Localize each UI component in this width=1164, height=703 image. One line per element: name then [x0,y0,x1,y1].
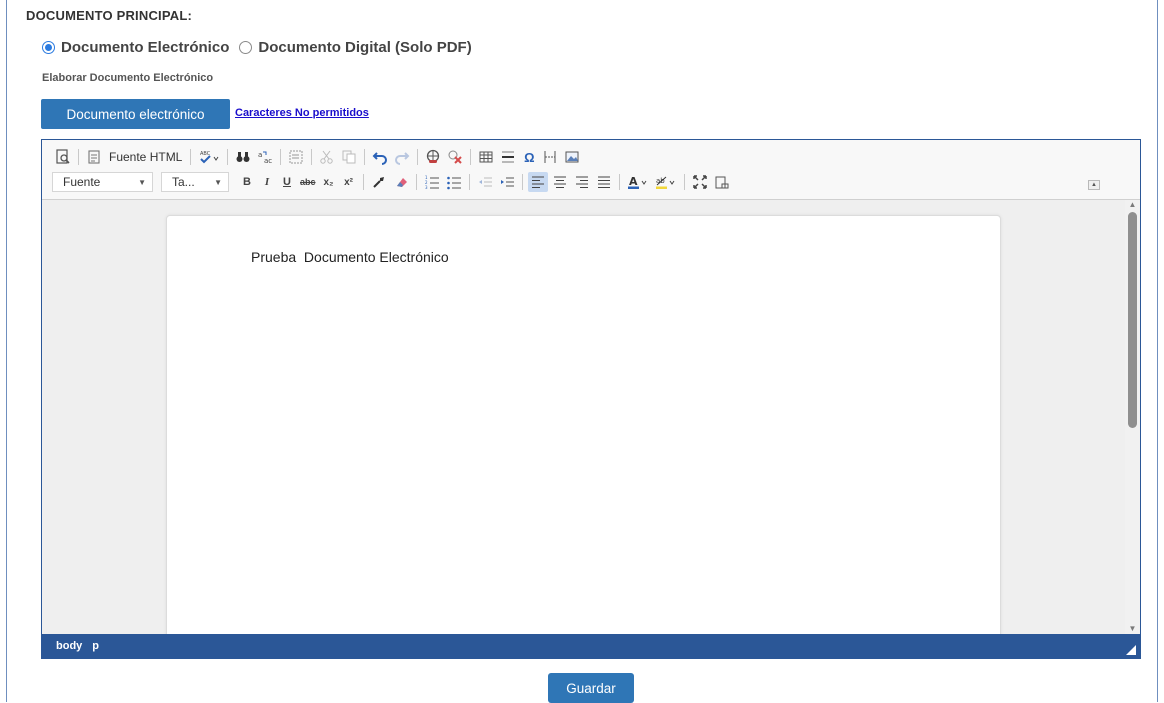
bold-button[interactable]: B [238,172,256,192]
svg-text:ab: ab [656,177,665,185]
subscript-button[interactable]: x₂ [320,172,338,192]
cut-icon[interactable] [317,147,337,167]
maximize-icon[interactable] [690,172,710,192]
source-html-button[interactable]: Fuente HTML [106,147,185,167]
chevron-down-icon: ▼ [214,177,222,187]
italic-button[interactable]: I [258,172,276,192]
resize-handle-icon[interactable] [1126,645,1136,655]
font-size-value: Ta... [172,175,195,189]
image-icon[interactable] [562,147,582,167]
unlink-icon[interactable] [445,147,465,167]
horizontal-rule-icon[interactable] [498,147,518,167]
align-left-icon[interactable] [527,172,548,192]
indent-icon[interactable] [497,172,517,192]
find-icon[interactable] [233,147,253,167]
copy-icon[interactable] [339,147,359,167]
svg-text:a: a [258,151,262,159]
toolbar-row-1: Fuente HTML ABC a ac Ω [52,146,583,168]
document-page[interactable]: Prueba Documento Electrónico [166,215,1001,634]
radio-documento-electronico[interactable] [42,41,55,54]
show-blocks-icon[interactable] [712,172,732,192]
page-break-icon[interactable] [540,147,560,167]
scroll-down-icon[interactable]: ▼ [1128,624,1137,633]
copy-format-icon[interactable] [369,172,389,192]
superscript-button[interactable]: x² [340,172,358,192]
redo-icon[interactable] [392,147,412,167]
special-char-icon[interactable]: Ω [520,147,538,167]
elaborar-label: Elaborar Documento Electrónico [42,72,214,84]
svg-text:A: A [629,175,638,188]
radio-label-digital[interactable]: Documento Digital (Solo PDF) [258,39,471,56]
rich-text-editor: Fuente HTML ABC a ac Ω Fuente ▼ Ta... ▼ … [41,139,1141,659]
numbered-list-icon[interactable]: 123 [422,172,442,192]
scroll-up-icon[interactable]: ▲ [1128,200,1137,209]
radio-documento-digital[interactable] [239,41,253,54]
section-title: DOCUMENTO PRINCIPAL: [26,8,193,23]
align-justify-icon[interactable] [594,172,614,192]
replace-icon[interactable]: a ac [255,147,275,167]
scroll-thumb[interactable] [1128,212,1137,428]
path-item-p[interactable]: p [92,640,99,652]
caracteres-no-permitidos-link[interactable]: Caracteres No permitidos [235,107,369,119]
strikethrough-button[interactable]: abc [298,172,318,192]
element-path-bar: body p [42,634,1140,658]
path-item-body[interactable]: body [56,640,82,652]
align-right-icon[interactable] [572,172,592,192]
remove-format-icon[interactable] [391,172,411,192]
bullet-list-icon[interactable] [444,172,464,192]
link-icon[interactable] [423,147,443,167]
font-size-select[interactable]: Ta... ▼ [161,172,229,192]
editor-toolbar: Fuente HTML ABC a ac Ω Fuente ▼ Ta... ▼ … [42,140,1140,200]
frame-border-right [1157,0,1158,702]
source-html-icon[interactable] [84,147,104,167]
toolbar-row-2: Fuente ▼ Ta... ▼ B I U abc x₂ x² 123 A a… [52,171,733,193]
documento-electronico-button[interactable]: Documento electrónico [41,99,230,129]
doc-type-radio-group: Documento Electrónico Documento Digital … [42,39,472,56]
collapse-toolbar-icon[interactable]: ▲ [1088,180,1100,190]
svg-text:ac: ac [264,157,272,165]
frame-border-left [6,0,7,702]
font-family-select[interactable]: Fuente ▼ [52,172,153,192]
save-button[interactable]: Guardar [548,673,634,703]
radio-label-electronico[interactable]: Documento Electrónico [61,39,229,56]
spellcheck-icon[interactable]: ABC [196,147,222,167]
svg-text:3: 3 [425,185,428,190]
text-color-icon[interactable]: A [625,172,651,192]
outdent-icon[interactable] [475,172,495,192]
chevron-down-icon: ▼ [138,177,146,187]
align-center-icon[interactable] [550,172,570,192]
underline-button[interactable]: U [278,172,296,192]
select-all-icon[interactable] [286,147,306,167]
background-color-icon[interactable]: ab [653,172,679,192]
editor-content-area[interactable]: Prueba Documento Electrónico [42,200,1125,634]
preview-icon[interactable] [53,147,73,167]
editor-scrollbar[interactable]: ▲ ▼ [1125,200,1140,634]
table-icon[interactable] [476,147,496,167]
document-text[interactable]: Prueba Documento Electrónico [251,249,449,265]
font-family-value: Fuente [63,175,101,189]
undo-icon[interactable] [370,147,390,167]
